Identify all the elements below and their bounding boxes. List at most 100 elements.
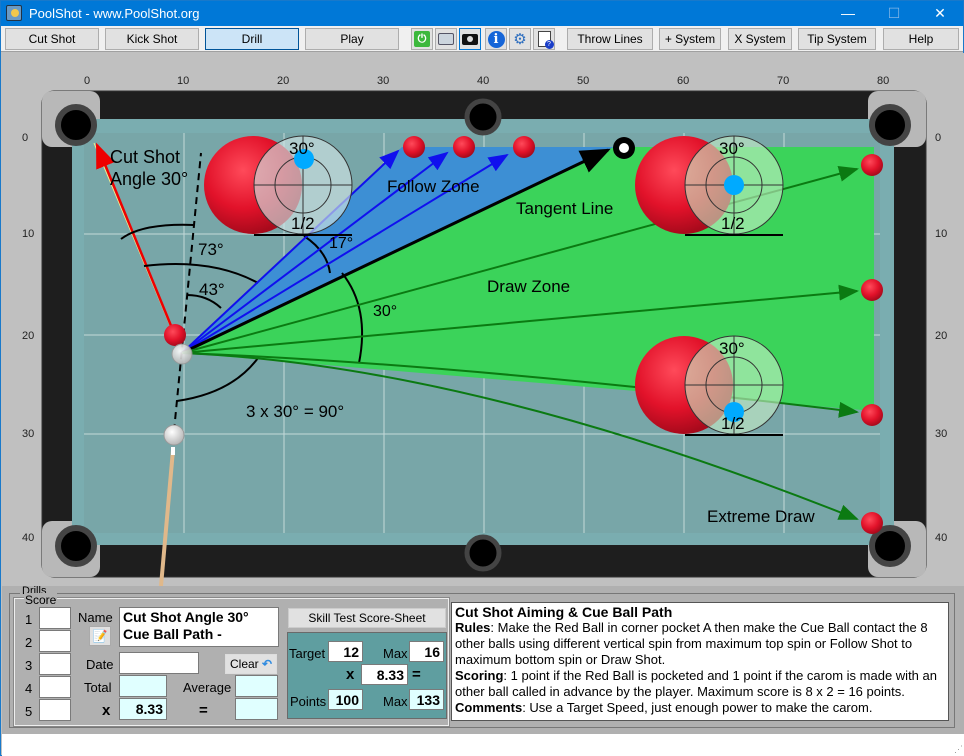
- skill-multiplier-field: 8.33: [361, 664, 408, 685]
- scoring-paragraph: Scoring: 1 point if the Red Ball is pock…: [455, 668, 945, 700]
- window-title: PoolShot - www.PoolShot.org: [29, 6, 200, 21]
- cue-ball-contact-ghost: [171, 343, 193, 365]
- drill-button[interactable]: Drill: [205, 28, 299, 50]
- edit-name-button[interactable]: 📝: [89, 626, 111, 646]
- equals-sign: =: [199, 702, 208, 719]
- extreme-draw-label: Extreme Draw: [707, 507, 815, 526]
- info-button[interactable]: i: [485, 28, 507, 50]
- angle-label-43: 43°: [199, 280, 225, 299]
- status-bar: ⋰: [2, 734, 964, 756]
- rules-text: : Make the Red Ball in corner pocket A t…: [455, 620, 928, 667]
- rules-label: Rules: [455, 620, 491, 635]
- app-logo-icon: [6, 5, 22, 21]
- target-field[interactable]: 12: [328, 641, 363, 662]
- angle-label-17: 17°: [329, 235, 354, 252]
- clear-button[interactable]: Clear ↶: [225, 654, 277, 674]
- plus-system-button[interactable]: + System: [659, 28, 721, 50]
- max-field: 16: [409, 641, 444, 662]
- skill-test-score-sheet-button[interactable]: Skill Test Score-Sheet: [288, 608, 446, 628]
- spin-diagram-bottom: [635, 335, 784, 436]
- score-row-number: 4: [25, 681, 33, 696]
- drills-panel: Drills Score 1 2 3 4 5 Name 📝 Cut Shot A…: [2, 586, 964, 734]
- pool-table-area[interactable]: 0 10 20 30 40 50 60 70 80 0 10 20 30 40 …: [2, 53, 964, 586]
- skill-equals-sign: =: [412, 666, 421, 683]
- max-label: Max: [383, 646, 408, 661]
- spin-angle-label: 30°: [289, 139, 315, 158]
- power-icon: ⏻: [414, 31, 430, 47]
- comments-label: Comments: [455, 700, 523, 715]
- score-input-3[interactable]: [39, 653, 71, 675]
- rules-paragraph: Rules: Make the Red Ball in corner pocke…: [455, 620, 945, 668]
- clear-button-label: Clear: [230, 657, 259, 671]
- score-input-2[interactable]: [39, 630, 71, 652]
- maximize-button[interactable]: ☐: [871, 1, 917, 26]
- cue-ball[interactable]: [163, 424, 185, 446]
- resize-grip-icon[interactable]: ⋰: [954, 744, 963, 755]
- throw-lines-button[interactable]: Throw Lines: [567, 28, 653, 50]
- spin-fraction-label: 1/2: [721, 414, 745, 433]
- camera-button[interactable]: [459, 28, 481, 50]
- print-button[interactable]: [435, 28, 457, 50]
- object-ball[interactable]: [164, 324, 186, 346]
- points-field: 100: [328, 689, 363, 710]
- comments-paragraph: Comments: Use a Target Speed, just enoug…: [455, 700, 945, 716]
- minimize-button[interactable]: —: [825, 1, 871, 26]
- score-group-label: Score: [24, 593, 58, 607]
- score-input-5[interactable]: [39, 699, 71, 721]
- name-label: Name: [78, 610, 113, 625]
- skill-test-panel: Target 12 Max 16 x 8.33 = Points 100 Max…: [287, 632, 447, 719]
- score-row-number: 3: [25, 658, 33, 673]
- score-row-number: 2: [25, 635, 33, 650]
- date-field[interactable]: [119, 652, 199, 674]
- undo-arrow-icon: ↶: [262, 657, 273, 671]
- scoring-label: Scoring: [455, 668, 504, 683]
- app-window: PoolShot - www.PoolShot.org — ☐ ✕ Cut Sh…: [0, 0, 964, 756]
- spin-fraction-label: 1/2: [291, 214, 315, 233]
- total-field: [119, 675, 167, 697]
- help-document-icon: ?: [537, 31, 554, 49]
- spin-angle-label: 30°: [719, 139, 745, 158]
- help-document-button[interactable]: ?: [533, 28, 555, 50]
- print-icon: [438, 33, 454, 45]
- score-input-4[interactable]: [39, 676, 71, 698]
- kick-shot-button[interactable]: Kick Shot: [105, 28, 199, 50]
- settings-button[interactable]: ⚙: [509, 28, 531, 50]
- notepad-edit-icon: 📝: [92, 629, 108, 643]
- help-button[interactable]: Help: [883, 28, 959, 50]
- tangent-line-label: Tangent Line: [516, 199, 614, 218]
- draw-zone-label: Draw Zone: [487, 277, 571, 296]
- eight-ball-spot: [619, 143, 629, 153]
- total-label: Total: [84, 680, 112, 695]
- score-row-number: 1: [25, 612, 33, 627]
- average-label: Average: [183, 680, 232, 695]
- spin-diagram-top: [204, 135, 353, 236]
- scoring-text: : 1 point if the Red Ball is pocketed an…: [455, 668, 937, 699]
- average-field: [235, 675, 278, 697]
- points-label: Points: [290, 694, 327, 709]
- description-title: Cut Shot Aiming & Cue Ball Path: [455, 604, 673, 620]
- power-button[interactable]: ⏻: [411, 28, 433, 50]
- cut-shot-button[interactable]: Cut Shot: [5, 28, 99, 50]
- info-icon: i: [487, 30, 505, 48]
- drill-name-line: Cue Ball Path -: [123, 626, 222, 642]
- toolbar: Cut Shot Kick Shot Drill Play ⏻ i ⚙ ? Th…: [1, 26, 963, 52]
- close-button[interactable]: ✕: [917, 1, 963, 26]
- multiply-sign: x: [102, 702, 111, 719]
- drill-name-field[interactable]: Cut Shot Angle 30° Cue Ball Path -: [119, 607, 279, 647]
- date-label: Date: [86, 657, 114, 672]
- drill-name-line: Cut Shot Angle 30°: [123, 609, 249, 625]
- score-input-1[interactable]: [39, 607, 71, 629]
- settings-gear-icon: ⚙: [513, 30, 527, 48]
- drill-description: Cut Shot Aiming & Cue Ball Path Rules: M…: [451, 602, 949, 721]
- spin-angle-label: 30°: [719, 339, 745, 358]
- tip-system-button[interactable]: Tip System: [798, 28, 876, 50]
- annotation-line: Cut Shot: [110, 147, 181, 167]
- multiplier-field: 8.33: [119, 698, 167, 720]
- play-button[interactable]: Play: [305, 28, 399, 50]
- title-bar: PoolShot - www.PoolShot.org — ☐ ✕: [1, 1, 963, 26]
- annotation-line: Angle 30°: [110, 169, 189, 189]
- x-system-button[interactable]: X System: [728, 28, 792, 50]
- comments-text: : Use a Target Speed, just enough power …: [522, 700, 873, 715]
- angle-sum-label: 3 x 30° = 90°: [246, 402, 345, 421]
- target-label: Target: [289, 646, 326, 661]
